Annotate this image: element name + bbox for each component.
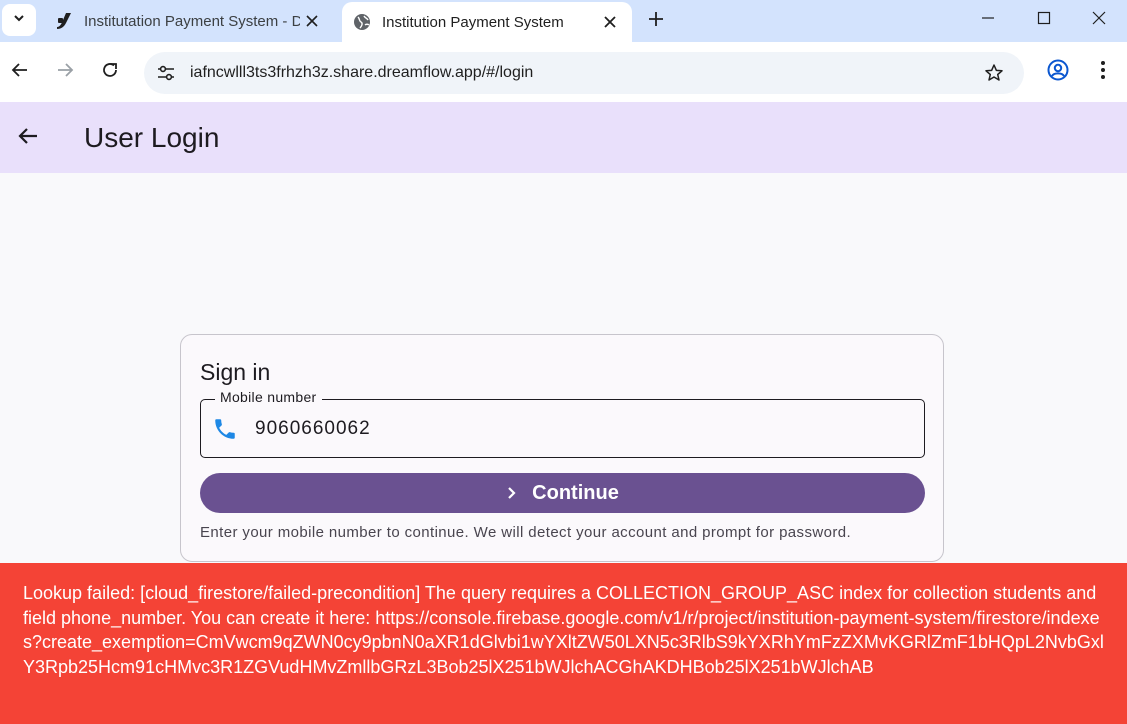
minimize-button[interactable]	[960, 0, 1016, 40]
profile-button[interactable]	[1040, 54, 1076, 90]
address-bar[interactable]: iafncwlll3ts3frhzh3z.share.dreamflow.app…	[144, 52, 1024, 94]
globe-icon	[352, 12, 372, 32]
close-icon	[1092, 11, 1106, 30]
browser-tab-active[interactable]: Institution Payment System	[342, 2, 632, 42]
reload-icon	[101, 61, 119, 84]
plus-icon	[648, 6, 664, 34]
signin-hint: Enter your mobile number to continue. We…	[200, 524, 852, 541]
app-back-button[interactable]	[10, 120, 46, 156]
browser-tab[interactable]: Institutation Payment System - D	[44, 0, 334, 42]
chevron-right-icon	[506, 486, 518, 500]
maximize-icon	[1037, 11, 1051, 30]
mobile-number-field[interactable]: Mobile number	[200, 389, 925, 458]
signin-card: Sign in Mobile number Continue Enter you…	[180, 334, 944, 562]
arrow-right-icon	[56, 61, 74, 84]
dreamflow-icon	[54, 11, 74, 31]
app-bar: User Login	[0, 102, 1127, 173]
tab-title: Institutation Payment System - D	[84, 12, 300, 30]
signin-heading: Sign in	[200, 359, 271, 385]
more-vert-icon	[1100, 60, 1106, 85]
maximize-button[interactable]	[1016, 0, 1072, 40]
error-snackbar: Lookup failed: [cloud_firestore/failed-p…	[0, 563, 1127, 724]
arrow-back-icon	[16, 124, 40, 153]
mobile-number-label: Mobile number	[215, 389, 322, 405]
new-tab-button[interactable]	[640, 4, 672, 36]
mobile-number-input[interactable]	[255, 418, 855, 440]
forward-button[interactable]	[47, 54, 83, 90]
back-button[interactable]	[2, 54, 38, 90]
page-title: User Login	[84, 122, 220, 153]
browser-toolbar: iafncwlll3ts3frhzh3z.share.dreamflow.app…	[0, 42, 1127, 102]
close-icon[interactable]	[598, 10, 622, 34]
continue-button[interactable]: Continue	[200, 473, 925, 513]
minimize-icon	[981, 11, 995, 30]
continue-button-label: Continue	[532, 481, 619, 504]
error-message: Lookup failed: [cloud_firestore/failed-p…	[23, 583, 1104, 677]
arrow-left-icon	[11, 61, 29, 84]
menu-button[interactable]	[1085, 54, 1121, 90]
phone-icon	[211, 415, 239, 443]
url-text[interactable]: iafncwlll3ts3frhzh3z.share.dreamflow.app…	[190, 64, 976, 82]
account-circle-icon	[1047, 59, 1069, 86]
browser-tab-strip: Institutation Payment System - D Institu…	[0, 0, 1127, 42]
tab-title: Institution Payment System	[382, 13, 564, 31]
tab-search-button[interactable]	[2, 4, 36, 36]
bookmark-star-icon[interactable]	[976, 55, 1012, 91]
chevron-down-icon	[12, 11, 26, 30]
close-icon[interactable]	[300, 9, 324, 33]
site-settings-icon[interactable]	[148, 55, 184, 91]
window-close-button[interactable]	[1071, 0, 1127, 40]
reload-button[interactable]	[92, 54, 128, 90]
